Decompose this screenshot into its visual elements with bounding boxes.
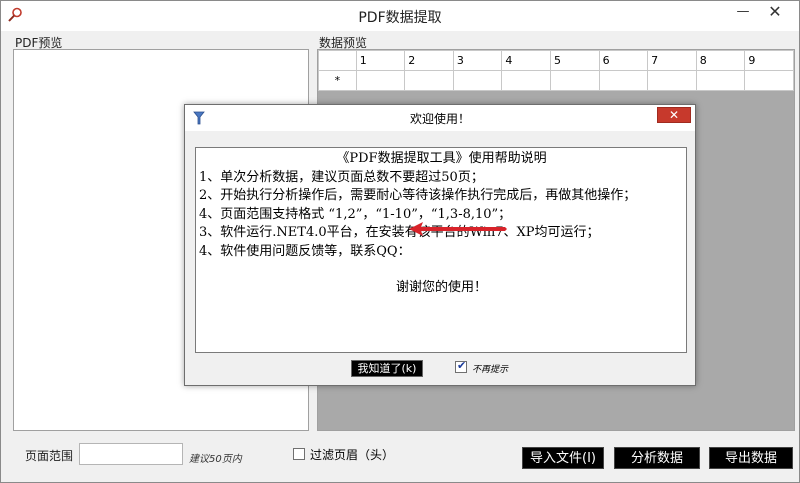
- grid-cell[interactable]: [452, 70, 503, 91]
- grid-cell[interactable]: [501, 70, 551, 91]
- grid-cell[interactable]: [744, 70, 794, 91]
- page-range-label: 页面范围: [25, 449, 74, 463]
- red-arrow-annotation: [409, 222, 507, 236]
- title-bar: PDF数据提取 — ✕: [1, 1, 799, 31]
- page-range-hint: 建议50页内: [189, 454, 242, 465]
- help-line: 4、软件使用问题反馈等，联系QQ：: [199, 243, 411, 259]
- filter-header-checkbox[interactable]: [293, 448, 305, 460]
- dialog-title-bar: 欢迎使用！ ✕: [185, 105, 695, 131]
- grid-cell[interactable]: [695, 70, 746, 91]
- help-heading: 《PDF数据提取工具》使用帮助说明: [336, 151, 547, 166]
- thanks-text: 谢谢您的使用！: [395, 280, 487, 295]
- grid-new-row: *: [318, 70, 794, 91]
- grid-column-header[interactable]: 3: [452, 50, 503, 71]
- grid-cell[interactable]: [355, 70, 406, 91]
- help-line: 2、开始执行分析操作后，需要耐心等待该操作执行完成后，再做其他操作；: [199, 188, 637, 203]
- grid-column-header[interactable]: 6: [598, 50, 649, 71]
- grid-cell[interactable]: [550, 70, 600, 91]
- grid-header-row: 1 2 3 4 5 6 7 8 9: [318, 50, 794, 71]
- filter-header-label[interactable]: 过滤页眉（头）: [310, 446, 394, 463]
- data-grid-table: 1 2 3 4 5 6 7 8 9 *: [318, 50, 794, 91]
- analyze-data-button[interactable]: 分析数据: [614, 447, 700, 469]
- grid-cell[interactable]: [647, 70, 697, 91]
- dont-show-again-label[interactable]: 不再提示: [472, 362, 508, 375]
- grid-row-header[interactable]: *: [318, 70, 357, 91]
- grid-column-header[interactable]: 8: [695, 50, 746, 71]
- grid-column-header[interactable]: 2: [404, 50, 454, 71]
- dialog-title: 欢迎使用！: [409, 112, 470, 126]
- export-data-button[interactable]: 导出数据: [709, 447, 793, 469]
- dont-show-again-checkbox[interactable]: ✔: [455, 359, 467, 373]
- grid-corner-cell[interactable]: [318, 50, 357, 71]
- dialog-close-button[interactable]: ✕: [657, 107, 691, 123]
- help-text-box[interactable]: 《PDF数据提取工具》使用帮助说明 1、单次分析数据，建议页面总数不要超过50页…: [195, 147, 687, 353]
- got-it-button[interactable]: 我知道了(k): [351, 360, 423, 377]
- grid-column-header[interactable]: 7: [647, 50, 697, 71]
- check-icon: ✔: [457, 359, 467, 372]
- import-file-button[interactable]: 导入文件(I): [522, 447, 604, 469]
- close-button[interactable]: ✕: [753, 1, 797, 23]
- grid-cell[interactable]: [404, 70, 454, 91]
- grid-column-header[interactable]: 4: [501, 50, 551, 71]
- welcome-dialog: 欢迎使用！ ✕ 《PDF数据提取工具》使用帮助说明 1、单次分析数据，建议页面总…: [184, 104, 696, 386]
- grid-column-header[interactable]: 5: [550, 50, 600, 71]
- grid-column-header[interactable]: 1: [355, 50, 406, 71]
- grid-column-header[interactable]: 9: [744, 50, 794, 71]
- help-line: 1、单次分析数据，建议页面总数不要超过50页；: [199, 169, 484, 185]
- window-title: PDF数据提取: [358, 10, 442, 26]
- page-range-input[interactable]: [79, 443, 183, 465]
- grid-cell[interactable]: [598, 70, 649, 91]
